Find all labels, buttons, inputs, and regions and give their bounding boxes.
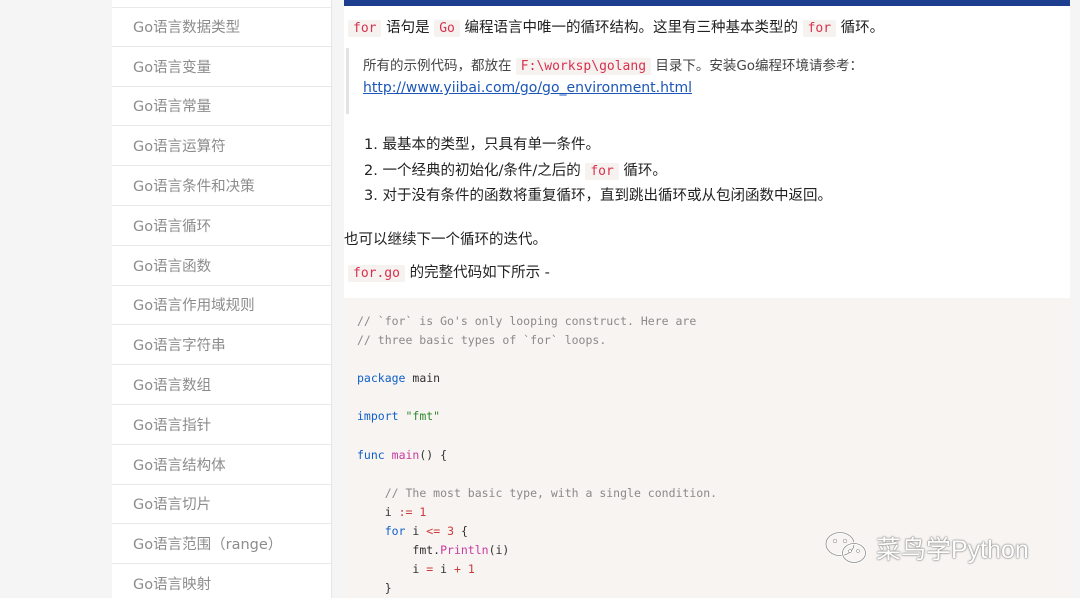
code-keyword: func <box>357 447 385 462</box>
code-operator: + <box>454 562 461 577</box>
full-code-paragraph: for.go 的完整代码如下所示 - <box>348 261 550 282</box>
environment-link[interactable]: http://www.yiibai.com/go/go_environment.… <box>363 80 692 96</box>
intro-paragraph: for 语句是 Go 编程语言中唯一的循环结构。这里有三种基本类型的 for 循… <box>348 16 884 37</box>
code-operator: <= <box>426 524 441 539</box>
full-code-text: 的完整代码如下所示 - <box>409 265 550 281</box>
top-accent-bar <box>344 0 1070 6</box>
code-var: i <box>412 524 420 539</box>
note-blockquote: 所有的示例代码，都放在 F:\worksp\golang 目录下。安装Go编程环… <box>346 48 1066 114</box>
code-function: main <box>391 447 420 462</box>
code-func-line: func main() { <box>357 446 1070 465</box>
code-string: "fmt" <box>405 409 441 424</box>
code-var: i <box>412 562 420 577</box>
intro-text-2: 编程语言中唯一的循环结构。这里有三种基本类型的 <box>464 20 798 36</box>
note-prefix: 所有的示例代码，都放在 <box>363 58 512 74</box>
code-assign-line: i := 1 <box>357 503 1070 522</box>
list-item-2-suffix: 循环。 <box>623 162 667 179</box>
sidebar-item-scope[interactable]: Go语言作用域规则 <box>112 286 331 326</box>
note-path-code: F:\worksp\golang <box>515 58 652 75</box>
code-operator: = <box>426 562 434 577</box>
sidebar-item-constants[interactable]: Go语言常量 <box>112 87 331 127</box>
code-brace: } <box>384 581 392 596</box>
main-content: for 语句是 Go 编程语言中唯一的循环结构。这里有三种基本类型的 for 循… <box>344 0 1070 598</box>
code-blank <box>357 388 1070 407</box>
inline-code-go: Go <box>434 20 460 37</box>
code-number: 1 <box>419 504 427 519</box>
sidebar-item-arrays[interactable]: Go语言数组 <box>112 365 331 405</box>
code-blank <box>357 465 1070 484</box>
code-number: 3 <box>447 524 455 539</box>
code-var: i <box>384 504 392 519</box>
loop-types-list: 1. 最基本的类型，只具有单一条件。 2. 一个经典的初始化/条件/之后的 fo… <box>364 133 832 210</box>
code-blank <box>357 427 1070 446</box>
note-suffix: 目录下。安装Go编程环境请参考： <box>655 58 864 74</box>
inline-code-for: for <box>348 20 382 37</box>
code-args: (i) <box>488 543 510 558</box>
intro-text-3: 循环。 <box>840 20 885 36</box>
code-operator: := <box>398 504 413 519</box>
code-comment: // The most basic type, with a single co… <box>357 484 1070 503</box>
sidebar-item-operators[interactable]: Go语言运算符 <box>112 126 331 167</box>
code-pkg: fmt <box>412 543 434 558</box>
code-keyword: package <box>357 371 406 386</box>
intro-text-1: 语句是 <box>386 20 430 36</box>
code-number: 1 <box>467 562 475 577</box>
code-import-line: import "fmt" <box>357 407 1070 426</box>
note-line: 所有的示例代码，都放在 F:\worksp\golang 目录下。安装Go编程环… <box>363 54 1066 75</box>
page: Go语言数据类型 Go语言变量 Go语言常量 Go语言运算符 Go语言条件和决策… <box>0 0 1080 598</box>
sidebar-item-data-types[interactable]: Go语言数据类型 <box>112 7 331 47</box>
inline-code-filename: for.go <box>348 265 405 282</box>
sidebar-item-slices[interactable]: Go语言切片 <box>112 485 331 525</box>
sidebar-item-functions[interactable]: Go语言函数 <box>112 246 331 286</box>
wechat-icon <box>824 531 867 564</box>
list-item: 3. 对于没有条件的函数将重复循环，直到跳出循环或从包闭函数中返回。 <box>364 188 832 204</box>
inline-code-for-3: for <box>585 162 619 180</box>
watermark-text: 菜鸟学Python <box>876 536 1029 564</box>
sidebar-item-variables[interactable]: Go语言变量 <box>112 47 331 87</box>
code-comment-text: // The most basic type, with a single co… <box>384 485 718 500</box>
code-brace: { <box>460 524 468 539</box>
sidebar-item-conditions[interactable]: Go语言条件和决策 <box>112 166 331 206</box>
code-keyword: import <box>357 409 399 424</box>
code-package-line: package main <box>357 369 1070 388</box>
code-text: main <box>405 371 441 386</box>
sidebar-item-maps[interactable]: Go语言映射 <box>112 564 331 598</box>
continue-paragraph: 也可以继续下一个循环的迭代。 <box>344 232 547 248</box>
code-text: () { <box>419 447 448 462</box>
sidebar-item-pointers[interactable]: Go语言指针 <box>112 405 331 445</box>
sidebar-item-loops[interactable]: Go语言循环 <box>112 206 331 246</box>
inline-code-for-2: for <box>802 20 837 37</box>
sidebar-nav: Go语言数据类型 Go语言变量 Go语言常量 Go语言运算符 Go语言条件和决策… <box>112 0 332 598</box>
code-close-brace-line: } <box>357 579 1070 598</box>
code-blank <box>357 350 1070 369</box>
code-comment: // three basic types of `for` loops. <box>357 333 607 348</box>
list-item: 1. 最基本的类型，只具有单一条件。 <box>364 137 600 153</box>
code-comment: // `for` is Go's only looping construct.… <box>357 314 697 328</box>
list-item-2-prefix: 2. 一个经典的初始化/条件/之后的 <box>364 162 581 179</box>
code-keyword: for <box>384 524 406 539</box>
code-var: i <box>440 562 448 577</box>
code-function: Println <box>440 543 489 558</box>
sidebar-item-range[interactable]: Go语言范围（range） <box>112 524 331 565</box>
sidebar-item-strings[interactable]: Go语言字符串 <box>112 325 331 366</box>
sidebar-item-structs[interactable]: Go语言结构体 <box>112 445 331 485</box>
list-item: 2. 一个经典的初始化/条件/之后的 for 循环。 <box>364 159 832 185</box>
watermark: 菜鸟学Python <box>824 530 1029 566</box>
